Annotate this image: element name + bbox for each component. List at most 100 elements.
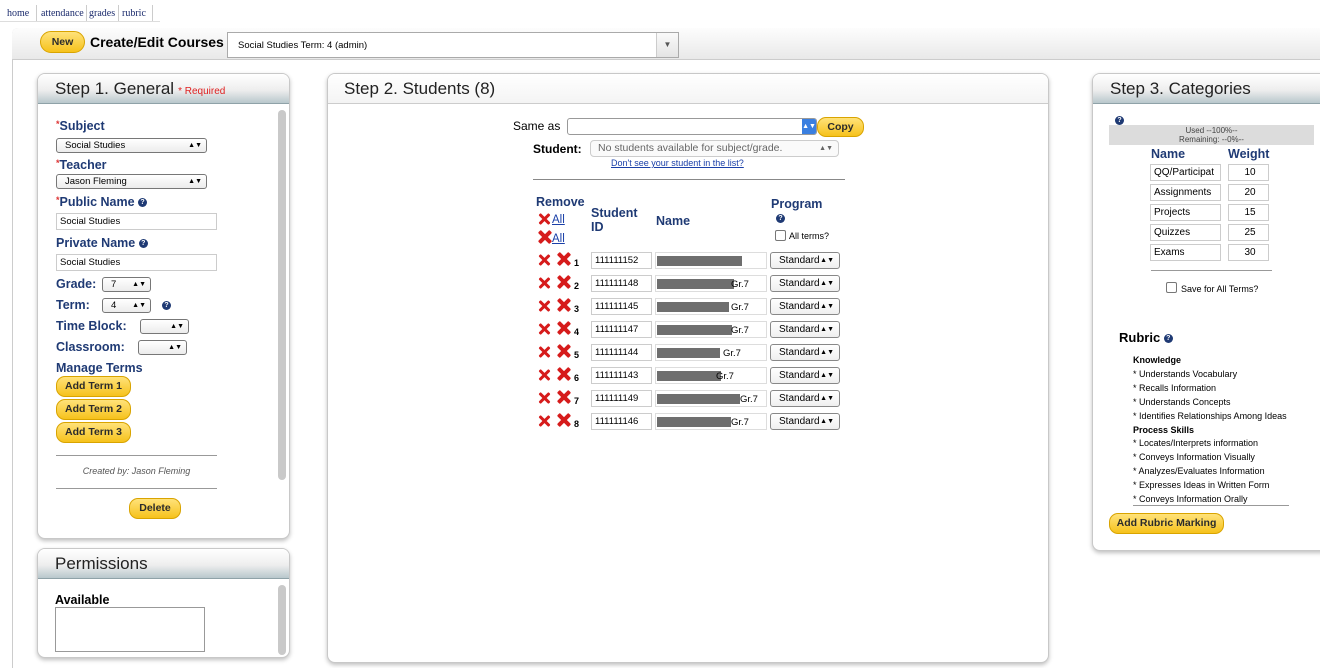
rubric-item: * Conveys Information Orally <box>1133 494 1248 504</box>
add-term-1-button[interactable]: Add Term 1 <box>56 376 131 397</box>
permissions-scrollbar[interactable] <box>278 585 286 655</box>
student-name-field[interactable]: Gr.7 <box>655 390 767 407</box>
redacted-name <box>657 279 734 289</box>
student-id-field[interactable]: 111111146 <box>591 413 652 430</box>
delete-student-icon[interactable] <box>557 321 571 335</box>
remove-all-link[interactable]: All <box>552 214 565 226</box>
rubric-item: * Expresses Ideas in Written Form <box>1133 480 1270 491</box>
student-name-field[interactable]: Gr.7 <box>655 275 767 292</box>
student-name-field[interactable]: Gr.7 <box>655 344 767 361</box>
time-block-select[interactable]: ▲▼ <box>140 319 189 334</box>
category-weight-input[interactable]: 30 <box>1228 244 1269 261</box>
category-name-input[interactable]: QQ/Participat <box>1150 164 1221 181</box>
all-terms-checkbox[interactable] <box>775 230 786 241</box>
student-id-field[interactable]: 111111149 <box>591 390 652 407</box>
program-select[interactable]: Standard ▲▼ <box>770 390 840 407</box>
student-name-field[interactable]: Gr.7 <box>655 413 767 430</box>
missing-student-link[interactable]: Don't see your student in the list? <box>611 158 744 168</box>
category-name-input[interactable]: Projects <box>1150 204 1221 221</box>
teacher-select[interactable]: Jason Fleming ▲▼ <box>56 174 207 189</box>
student-id-field[interactable]: 111111147 <box>591 321 652 338</box>
program-select[interactable]: Standard ▲▼ <box>770 321 840 338</box>
student-name-field[interactable]: Gr.7 <box>655 367 767 384</box>
remove-student-icon[interactable] <box>538 277 550 289</box>
private-name-input[interactable]: Social Studies <box>56 254 217 271</box>
delete-button[interactable]: Delete <box>129 498 181 519</box>
save-all-terms-checkbox[interactable] <box>1166 282 1177 293</box>
delete-student-icon[interactable] <box>557 275 571 289</box>
redacted-name <box>657 417 731 427</box>
nav-attendance[interactable]: attendance <box>41 8 84 19</box>
delete-all-icon[interactable] <box>538 230 552 244</box>
help-icon[interactable]: ? <box>138 198 148 208</box>
delete-student-icon[interactable] <box>557 252 571 266</box>
category-weight-input[interactable]: 10 <box>1228 164 1269 181</box>
delete-student-icon[interactable] <box>557 367 571 381</box>
delete-student-icon[interactable] <box>557 298 571 312</box>
grade-select[interactable]: 7 ▲▼ <box>102 277 151 292</box>
student-id-field[interactable]: 111111148 <box>591 275 652 292</box>
nav-home[interactable]: home <box>7 8 29 19</box>
program-select[interactable]: Standard ▲▼ <box>770 252 840 269</box>
remove-student-icon[interactable] <box>538 369 550 381</box>
subject-select[interactable]: Social Studies ▲▼ <box>56 138 207 153</box>
student-grade: Gr.7 <box>731 302 749 313</box>
course-select[interactable]: Social Studies Term: 4 (admin) ▼ <box>227 32 679 58</box>
same-as-select[interactable]: ▲▼ <box>567 118 817 135</box>
student-id-field[interactable]: 111111143 <box>591 367 652 384</box>
nav-grades[interactable]: grades <box>89 8 115 19</box>
student-select[interactable]: No students available for subject/grade.… <box>590 140 839 157</box>
remove-student-icon[interactable] <box>538 415 550 427</box>
remove-student-icon[interactable] <box>538 392 550 404</box>
category-weight-input[interactable]: 20 <box>1228 184 1269 201</box>
category-name-input[interactable]: Quizzes <box>1150 224 1221 241</box>
remove-all-icon[interactable] <box>538 213 550 225</box>
delete-student-icon[interactable] <box>557 390 571 404</box>
term-help-icon[interactable]: ? <box>162 301 171 310</box>
student-name-field[interactable]: Gr.7 <box>655 321 767 338</box>
copy-button[interactable]: Copy <box>817 117 864 137</box>
student-name-field[interactable] <box>655 252 767 269</box>
program-select[interactable]: Standard ▲▼ <box>770 367 840 384</box>
category-weight-input[interactable]: 15 <box>1228 204 1269 221</box>
nav-rubric[interactable]: rubric <box>122 8 146 19</box>
rubric-help-icon[interactable]: ? <box>1163 334 1173 344</box>
row-number: 4 <box>574 327 580 337</box>
category-name-input[interactable]: Assignments <box>1150 184 1221 201</box>
remove-student-icon[interactable] <box>538 323 550 335</box>
student-id-field[interactable]: 111111152 <box>591 252 652 269</box>
chevron-down-icon: ▲▼ <box>802 119 816 134</box>
classroom-select[interactable]: ▲▼ <box>138 340 187 355</box>
add-rubric-marking-button[interactable]: Add Rubric Marking <box>1109 513 1224 534</box>
delete-all-link[interactable]: All <box>552 233 565 245</box>
category-name-input[interactable]: Exams <box>1150 244 1221 261</box>
public-name-input[interactable]: Social Studies <box>56 213 217 230</box>
rubric-item: * Analyzes/Evaluates Information <box>1133 466 1265 477</box>
new-course-button[interactable]: New <box>40 31 85 53</box>
remove-student-icon[interactable] <box>538 346 550 358</box>
row-number: 7 <box>574 396 580 406</box>
program-select[interactable]: Standard ▲▼ <box>770 298 840 315</box>
add-term-2-button[interactable]: Add Term 2 <box>56 399 131 420</box>
program-header: Program <box>771 197 823 211</box>
term-select[interactable]: 4 ▲▼ <box>102 298 151 313</box>
step1-scrollbar[interactable] <box>278 110 286 480</box>
delete-student-icon[interactable] <box>557 413 571 427</box>
program-help-icon[interactable]: ? <box>776 214 785 223</box>
categories-help-icon[interactable]: ? <box>1115 116 1124 125</box>
delete-student-icon[interactable] <box>557 344 571 358</box>
permissions-title: Permissions <box>55 554 148 573</box>
program-select[interactable]: Standard ▲▼ <box>770 344 840 361</box>
category-weight-input[interactable]: 25 <box>1228 224 1269 241</box>
available-list[interactable] <box>55 607 205 652</box>
student-name-field[interactable]: Gr.7 <box>655 298 767 315</box>
add-term-3-button[interactable]: Add Term 3 <box>56 422 131 443</box>
program-select[interactable]: Standard ▲▼ <box>770 413 840 430</box>
help-icon[interactable]: ? <box>138 239 148 249</box>
remove-student-icon[interactable] <box>538 254 550 266</box>
student-grade: Gr.7 <box>731 417 749 428</box>
student-id-field[interactable]: 111111144 <box>591 344 652 361</box>
remove-student-icon[interactable] <box>538 300 550 312</box>
program-select[interactable]: Standard ▲▼ <box>770 275 840 292</box>
student-id-field[interactable]: 111111145 <box>591 298 652 315</box>
